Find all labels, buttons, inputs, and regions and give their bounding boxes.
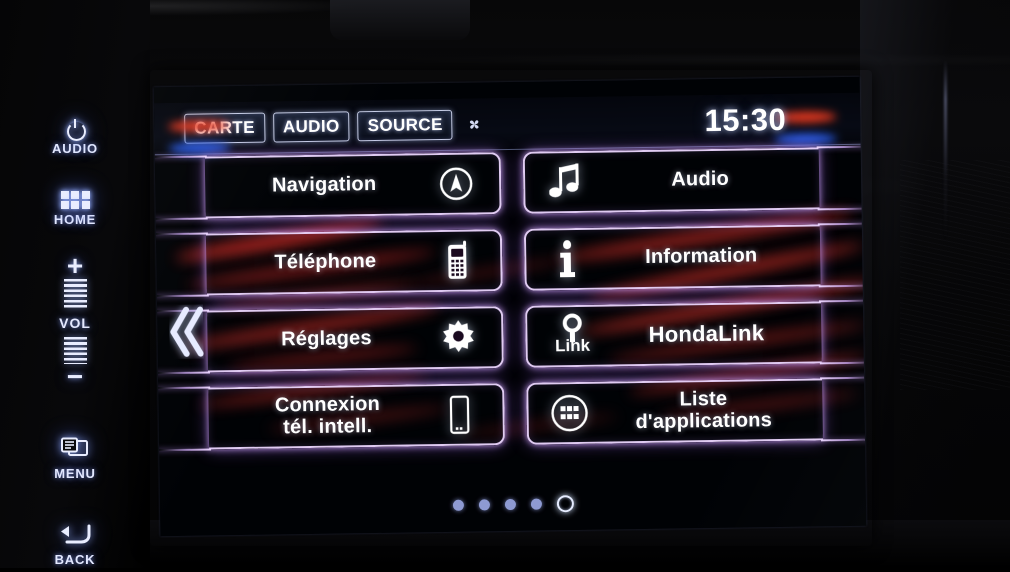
power-icon	[66, 118, 86, 141]
hardkey-back[interactable]: BACK	[0, 518, 150, 572]
hardkey-audio-power[interactable]: AUDIO	[0, 110, 150, 164]
status-button-audio[interactable]: AUDIO	[272, 110, 350, 142]
hardkey-menu-label: MENU	[54, 466, 96, 481]
hardkey-volume-rocker[interactable]: + VOL −	[0, 252, 150, 391]
menu-icon	[60, 437, 90, 463]
status-button-source[interactable]: SOURCE	[357, 109, 453, 141]
pagination-dot-3[interactable]	[504, 498, 516, 511]
pagination-dots	[160, 491, 866, 518]
hondalink-icon: Link	[543, 312, 602, 361]
info-icon	[542, 239, 593, 280]
pagination-dot-1[interactable]	[452, 499, 464, 511]
menu-column-right: Audio Information Link HondaLink Liste d…	[522, 145, 867, 459]
volume-rocker-icon-upper	[63, 279, 87, 309]
menu-tile-hondalink-label: HondaLink	[648, 320, 765, 348]
hardkey-home-label: HOME	[53, 212, 97, 228]
status-button-carte[interactable]: CARTE	[184, 112, 266, 144]
menu-tile-liste-applications-label: Liste d'applications	[635, 388, 773, 434]
back-arrow-icon	[58, 523, 92, 549]
menu-tile-connexion-tel-intell[interactable]: Connexion tél. intell.	[156, 383, 506, 452]
compass-icon	[433, 165, 480, 202]
pagination-dot-4[interactable]	[530, 498, 542, 510]
menu-tile-navigation[interactable]: Navigation	[153, 152, 502, 221]
menu-tile-information-label: Information	[645, 244, 758, 269]
status-clock: 15:30	[704, 101, 787, 138]
menu-tile-reglages[interactable]: Réglages	[155, 306, 504, 375]
hondalink-icon-text: Link	[554, 335, 591, 356]
volume-up-label[interactable]: +	[67, 252, 83, 280]
menu-tile-hondalink[interactable]: Link HondaLink	[524, 299, 867, 368]
music-note-icon	[541, 163, 592, 202]
infotainment-screen: CARTE AUDIO SOURCE 15:30 Navigation Télé…	[153, 76, 867, 537]
app-grid-icon	[544, 393, 595, 434]
menu-tile-information[interactable]: Information	[523, 222, 867, 291]
home-menu-grid: Navigation Téléphone Réglages Connexion …	[153, 145, 867, 475]
pagination-dot-2[interactable]	[478, 499, 490, 511]
phone-icon	[434, 240, 481, 281]
fan-icon	[467, 116, 483, 132]
menu-tile-telephone[interactable]: Téléphone	[153, 229, 503, 298]
smartphone-icon	[436, 394, 483, 435]
menu-tile-telephone-label: Téléphone	[274, 250, 377, 274]
menu-tile-audio-label: Audio	[671, 167, 730, 191]
menu-tile-reglages-label: Réglages	[281, 327, 372, 351]
hardkey-home[interactable]: HOME	[0, 182, 150, 236]
hardkey-menu[interactable]: MENU	[0, 432, 150, 486]
volume-down-label[interactable]: −	[67, 363, 83, 391]
grid-icon	[60, 190, 90, 210]
menu-tile-navigation-label: Navigation	[271, 173, 377, 197]
menu-tile-audio[interactable]: Audio	[522, 145, 867, 214]
pagination-dot-5-active[interactable]	[556, 495, 574, 513]
hardkey-audio-label: AUDIO	[52, 140, 98, 156]
menu-tile-connexion-label: Connexion tél. intell.	[274, 393, 381, 439]
gear-icon	[435, 318, 482, 357]
hardkey-panel: AUDIO HOME + VOL − MENU BACK	[0, 0, 150, 568]
hardkey-back-label: BACK	[54, 552, 96, 567]
menu-tile-liste-applications[interactable]: Liste d'applications	[526, 376, 867, 445]
double-chevron-left-icon[interactable]	[169, 305, 204, 359]
volume-rocker-icon-lower	[63, 337, 87, 364]
menu-column-left: Navigation Téléphone Réglages Connexion …	[153, 152, 506, 464]
hardkey-vol-label: VOL	[59, 315, 91, 331]
status-bar: CARTE AUDIO SOURCE 15:30	[153, 92, 861, 156]
